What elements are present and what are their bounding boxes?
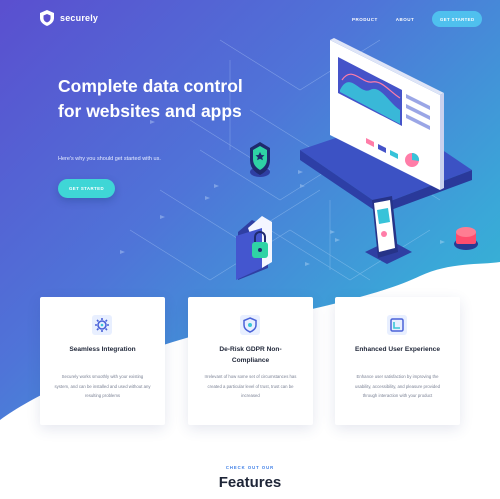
features-title: Features [218,474,282,491]
nav-about-link[interactable]: ABOUT [396,17,415,22]
card-seamless-integration: Seamless Integration Securely works smoo… [40,297,165,425]
shield-badge-icon [250,142,270,177]
shield-logo-icon [40,10,54,26]
card-de-risk-gdpr: De-Risk GDPR Non-Compliance Irrelevant o… [188,297,313,425]
hero-subtitle: Here's why you should get started with u… [58,156,161,162]
card-description: Securely works smoothly with your existi… [54,374,151,398]
brand-name: securely [60,13,99,23]
card-title: De-Risk GDPR Non-Compliance [219,346,282,364]
shield-icon [240,315,260,335]
user-experience-icon [387,315,407,335]
monitor-icon [300,38,472,214]
folder-lock-icon [236,216,272,280]
top-nav: PRODUCT ABOUT GET STARTED [352,11,483,27]
benefit-cards: Seamless Integration Securely works smoo… [40,297,461,425]
gear-icon [92,315,112,335]
card-description: Irrelevant of how some set of circumstan… [204,374,297,398]
brand-logo[interactable]: securely [40,10,98,26]
features-eyebrow: CHECK OUT OUR [225,465,275,470]
card-title: Enhanced User Experience [354,346,441,353]
nav-get-started-button[interactable]: GET STARTED [432,11,483,27]
card-enhanced-user-experience: Enhanced User Experience Enhance user sa… [335,297,460,425]
card-title: Seamless Integration [69,346,136,353]
card-description: Enhance user satisfaction by improving t… [354,374,441,398]
hero-title: Complete data control for websites and a… [58,76,243,121]
hero-get-started-button[interactable]: GET STARTED [58,179,115,198]
nav-product-link[interactable]: PRODUCT [352,17,378,22]
hero-illustration [236,38,478,280]
alarm-beacon-icon [454,227,478,250]
